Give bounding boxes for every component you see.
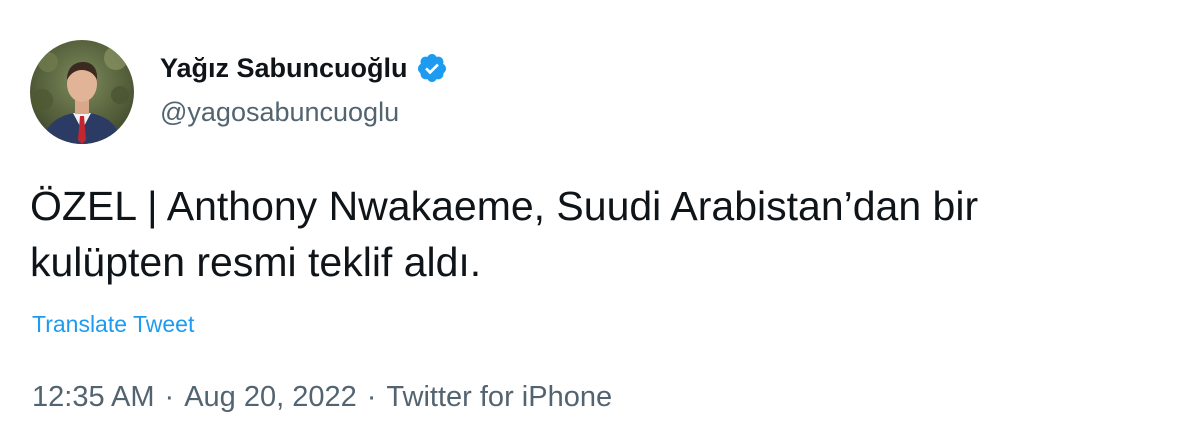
tweet-text: ÖZEL | Anthony Nwakaeme, Suudi Arabistan… <box>30 183 979 285</box>
author-handle[interactable]: @yagosabuncuoglu <box>160 95 448 129</box>
meta-separator: · <box>366 381 377 413</box>
tweet-time[interactable]: 12:35 AM <box>32 381 155 414</box>
tweet-metadata: 12:35 AM · Aug 20, 2022 · Twitter for iP… <box>32 381 612 414</box>
tweet-source[interactable]: Twitter for iPhone <box>386 381 612 414</box>
tweet-card: Yağız Sabuncuoğlu @yagosabuncuoglu ÖZEL … <box>0 0 1200 437</box>
name-row: Yağız Sabuncuoğlu <box>160 51 448 85</box>
tweet-date[interactable]: Aug 20, 2022 <box>184 381 357 414</box>
author-display-name[interactable]: Yağız Sabuncuoğlu <box>160 51 408 85</box>
tweet-header: Yağız Sabuncuoğlu @yagosabuncuoglu <box>30 40 448 144</box>
avatar-image <box>30 40 134 144</box>
meta-separator: · <box>164 381 175 413</box>
translate-tweet-link[interactable]: Translate Tweet <box>32 311 194 338</box>
author-identity: Yağız Sabuncuoğlu @yagosabuncuoglu <box>160 51 448 129</box>
avatar[interactable] <box>30 40 134 144</box>
verified-badge-icon <box>416 52 448 84</box>
